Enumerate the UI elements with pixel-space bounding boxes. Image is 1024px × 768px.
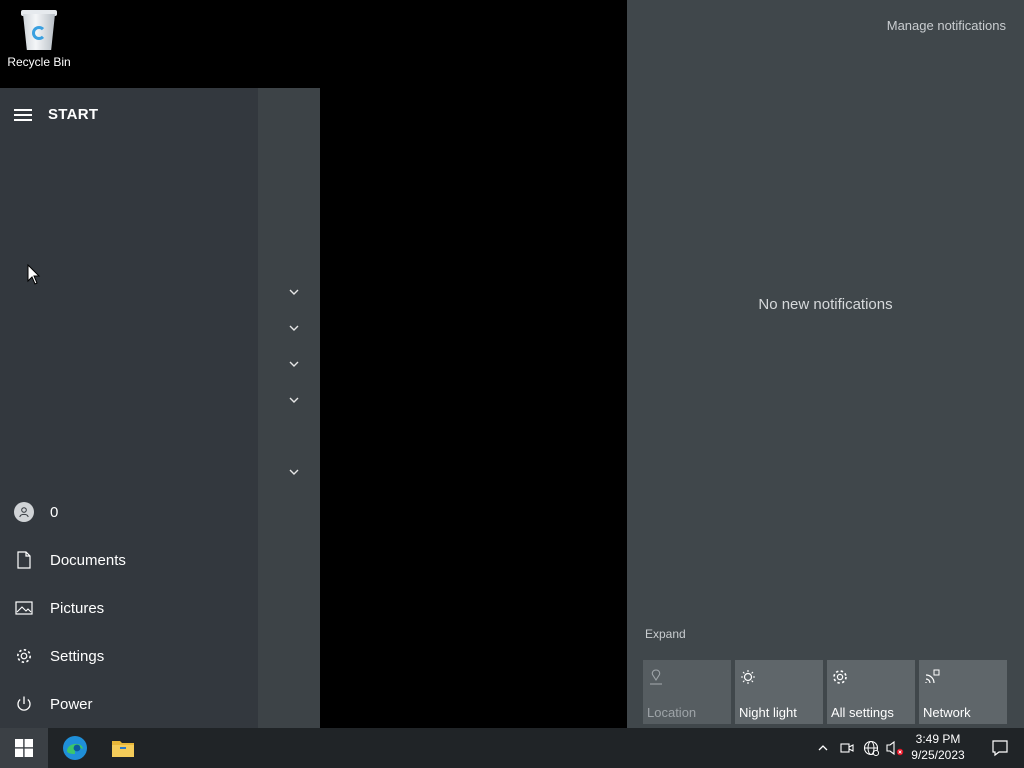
- clock-date: 9/25/2023: [911, 748, 965, 762]
- notification-icon: [992, 740, 1008, 757]
- globe-icon: [863, 740, 879, 756]
- pictures-icon: [14, 598, 34, 618]
- location-icon: [650, 669, 662, 685]
- night-light-icon: [741, 670, 755, 684]
- folder-icon: [112, 741, 134, 757]
- edge-taskbar-button[interactable]: [51, 728, 99, 768]
- start-header: START: [14, 106, 98, 123]
- power-label: Power: [50, 695, 93, 713]
- chevron-down-icon[interactable]: [287, 465, 301, 479]
- show-hidden-icons-button[interactable]: [814, 728, 832, 768]
- expand-quick-actions-link[interactable]: Expand: [645, 627, 686, 641]
- start-title: START: [48, 106, 99, 123]
- user-account-label: 0: [50, 503, 59, 521]
- recycle-bin-icon: [19, 6, 59, 50]
- quick-action-label: Network: [923, 705, 971, 720]
- documents-item[interactable]: Documents: [14, 548, 126, 572]
- documents-label: Documents: [50, 551, 126, 569]
- network-icon: [925, 669, 940, 684]
- chevron-up-icon: [818, 745, 828, 751]
- chevron-down-icon[interactable]: [287, 393, 301, 407]
- start-button[interactable]: [0, 728, 48, 768]
- quick-action-label: Location: [647, 705, 697, 720]
- pictures-item[interactable]: Pictures: [14, 596, 104, 620]
- settings-label: Settings: [50, 647, 105, 665]
- network-tray-button[interactable]: [861, 728, 881, 768]
- hamburger-menu-icon[interactable]: [14, 108, 32, 121]
- gear-icon: [833, 670, 847, 684]
- quick-action-network[interactable]: Network: [919, 660, 1007, 724]
- quick-action-label: Night light: [739, 705, 797, 720]
- video-camera-icon: [840, 743, 854, 753]
- file-explorer-taskbar-button[interactable]: [99, 728, 147, 768]
- start-menu: START 0 Documents Pictures Settings Powe…: [0, 88, 320, 728]
- chevron-down-icon[interactable]: [287, 357, 301, 371]
- windows-logo-icon: [15, 739, 33, 757]
- no-notifications-text: No new notifications: [758, 296, 893, 313]
- volume-tray-button[interactable]: [884, 728, 906, 768]
- start-menu-app-column: [258, 88, 320, 728]
- user-account-item[interactable]: 0: [14, 500, 58, 524]
- action-center-button[interactable]: [976, 728, 1024, 768]
- quick-action-night-light[interactable]: Night light: [735, 660, 823, 724]
- quick-action-label: All settings: [831, 705, 894, 720]
- taskbar-clock[interactable]: 3:49 PM 9/25/2023: [906, 731, 970, 763]
- power-icon: [14, 694, 34, 714]
- speaker-muted-icon: [886, 740, 904, 756]
- chevron-down-icon[interactable]: [287, 321, 301, 335]
- quick-action-all-settings[interactable]: All settings: [827, 660, 915, 724]
- recycle-bin-label: Recycle Bin: [7, 55, 71, 69]
- meet-now-tray-button[interactable]: [838, 728, 856, 768]
- clock-time: 3:49 PM: [915, 732, 961, 746]
- mouse-cursor-icon: [27, 264, 41, 285]
- document-icon: [14, 550, 34, 570]
- edge-icon: [63, 736, 87, 760]
- user-avatar-icon: [14, 502, 34, 522]
- start-menu-rail: [0, 88, 258, 728]
- settings-item[interactable]: Settings: [14, 644, 104, 668]
- manage-notifications-link[interactable]: Manage notifications: [887, 18, 1006, 33]
- power-item[interactable]: Power: [14, 692, 93, 716]
- action-center-panel: Manage notifications No new notification…: [627, 0, 1024, 728]
- chevron-down-icon[interactable]: [287, 285, 301, 299]
- gear-icon: [14, 646, 34, 666]
- quick-action-location[interactable]: Location: [643, 660, 731, 724]
- pictures-label: Pictures: [50, 599, 105, 617]
- recycle-bin-shortcut[interactable]: Recycle Bin: [4, 6, 74, 69]
- taskbar: 3:49 PM 9/25/2023: [0, 728, 1024, 768]
- quick-actions: Location Night light All settings Networ…: [643, 660, 1007, 724]
